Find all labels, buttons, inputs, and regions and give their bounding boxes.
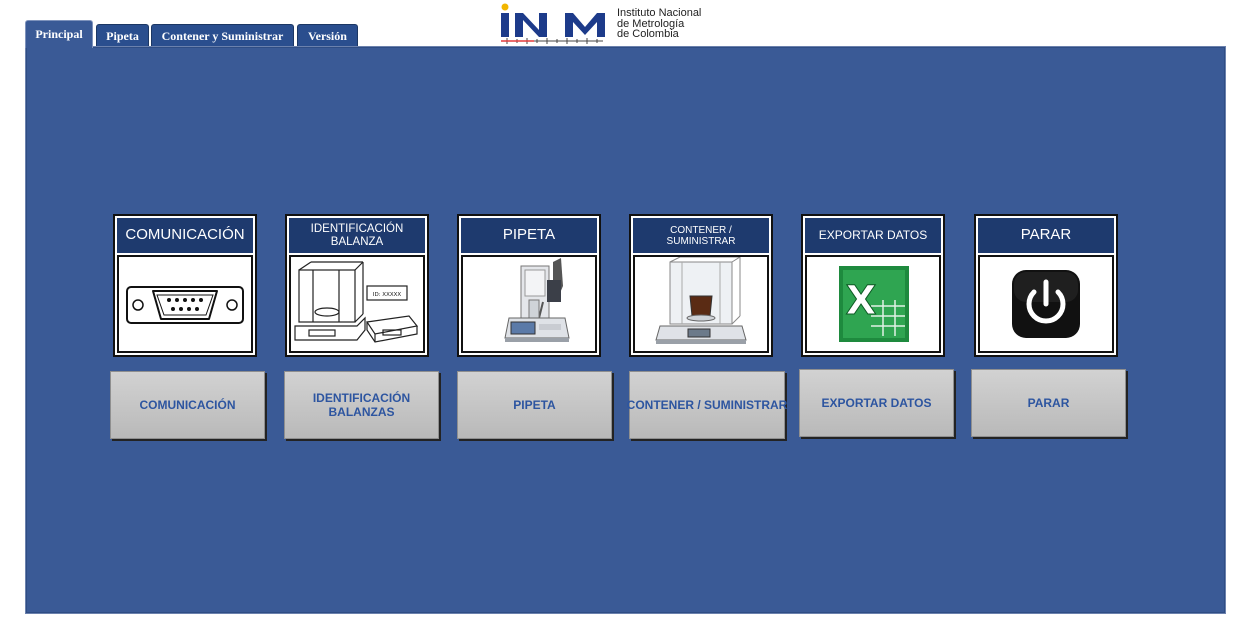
logo-line-3: de Colombia: [617, 28, 679, 40]
card-title: EXPORTAR DATOS: [805, 218, 941, 253]
identificacion-balanzas-button[interactable]: IDENTIFICACIÓN BALANZAS: [284, 371, 439, 439]
pipette-balance-icon: [504, 258, 570, 342]
card-image: [633, 255, 769, 353]
inm-logo-mark: [501, 3, 605, 44]
card-identificacion-balanza: IDENTIFICACIÓN BALANZA ID: XXXXX: [285, 214, 429, 357]
contener-suministrar-button[interactable]: CONTENER / SUMINISTRAR: [627, 371, 787, 439]
card-exportar-datos: EXPORTAR DATOS X: [801, 214, 945, 357]
exportar-datos-button[interactable]: EXPORTAR DATOS: [799, 369, 954, 437]
card-pipeta: PIPETA: [457, 214, 601, 357]
card-comunicacion: COMUNICACIÓN: [113, 214, 257, 357]
card-image: [978, 255, 1114, 353]
card-parar: PARAR: [974, 214, 1118, 357]
card-title: IDENTIFICACIÓN BALANZA: [289, 218, 425, 253]
power-icon: [1012, 270, 1080, 338]
card-title: COMUNICACIÓN: [117, 218, 253, 253]
logo-text: Instituto Nacional de Metrología de Colo…: [617, 8, 701, 40]
tab-version[interactable]: Versión: [297, 24, 358, 47]
comunicacion-button[interactable]: COMUNICACIÓN: [110, 371, 265, 439]
id-label: ID: XXXXX: [373, 292, 402, 298]
card-image: ID: XXXXX: [289, 255, 425, 353]
card-title: CONTENER / SUMINISTRAR: [633, 218, 769, 253]
card-image: [117, 255, 253, 353]
card-contener-suministrar: CONTENER / SUMINISTRAR: [629, 214, 773, 357]
tab-contener-suministrar[interactable]: Contener y Suministrar: [151, 24, 294, 47]
pipeta-button[interactable]: PIPETA: [457, 371, 612, 439]
inm-logo: Instituto Nacional de Metrología de Colo…: [499, 2, 729, 46]
tab-pipeta[interactable]: Pipeta: [96, 24, 149, 47]
card-image: X: [805, 255, 941, 353]
serial-port-icon: [126, 286, 244, 324]
logo-line-1: Instituto Nacional: [617, 7, 702, 19]
analytical-balance-icon: [655, 257, 747, 344]
card-title: PIPETA: [461, 218, 597, 253]
card-image: [461, 255, 597, 353]
tab-principal[interactable]: Principal: [25, 20, 93, 48]
card-title: PARAR: [978, 218, 1114, 253]
parar-button[interactable]: PARAR: [971, 369, 1126, 437]
svg-text:X: X: [846, 278, 877, 324]
balances-icon: ID: XXXXX: [294, 261, 419, 343]
excel-icon: X: [839, 266, 909, 342]
